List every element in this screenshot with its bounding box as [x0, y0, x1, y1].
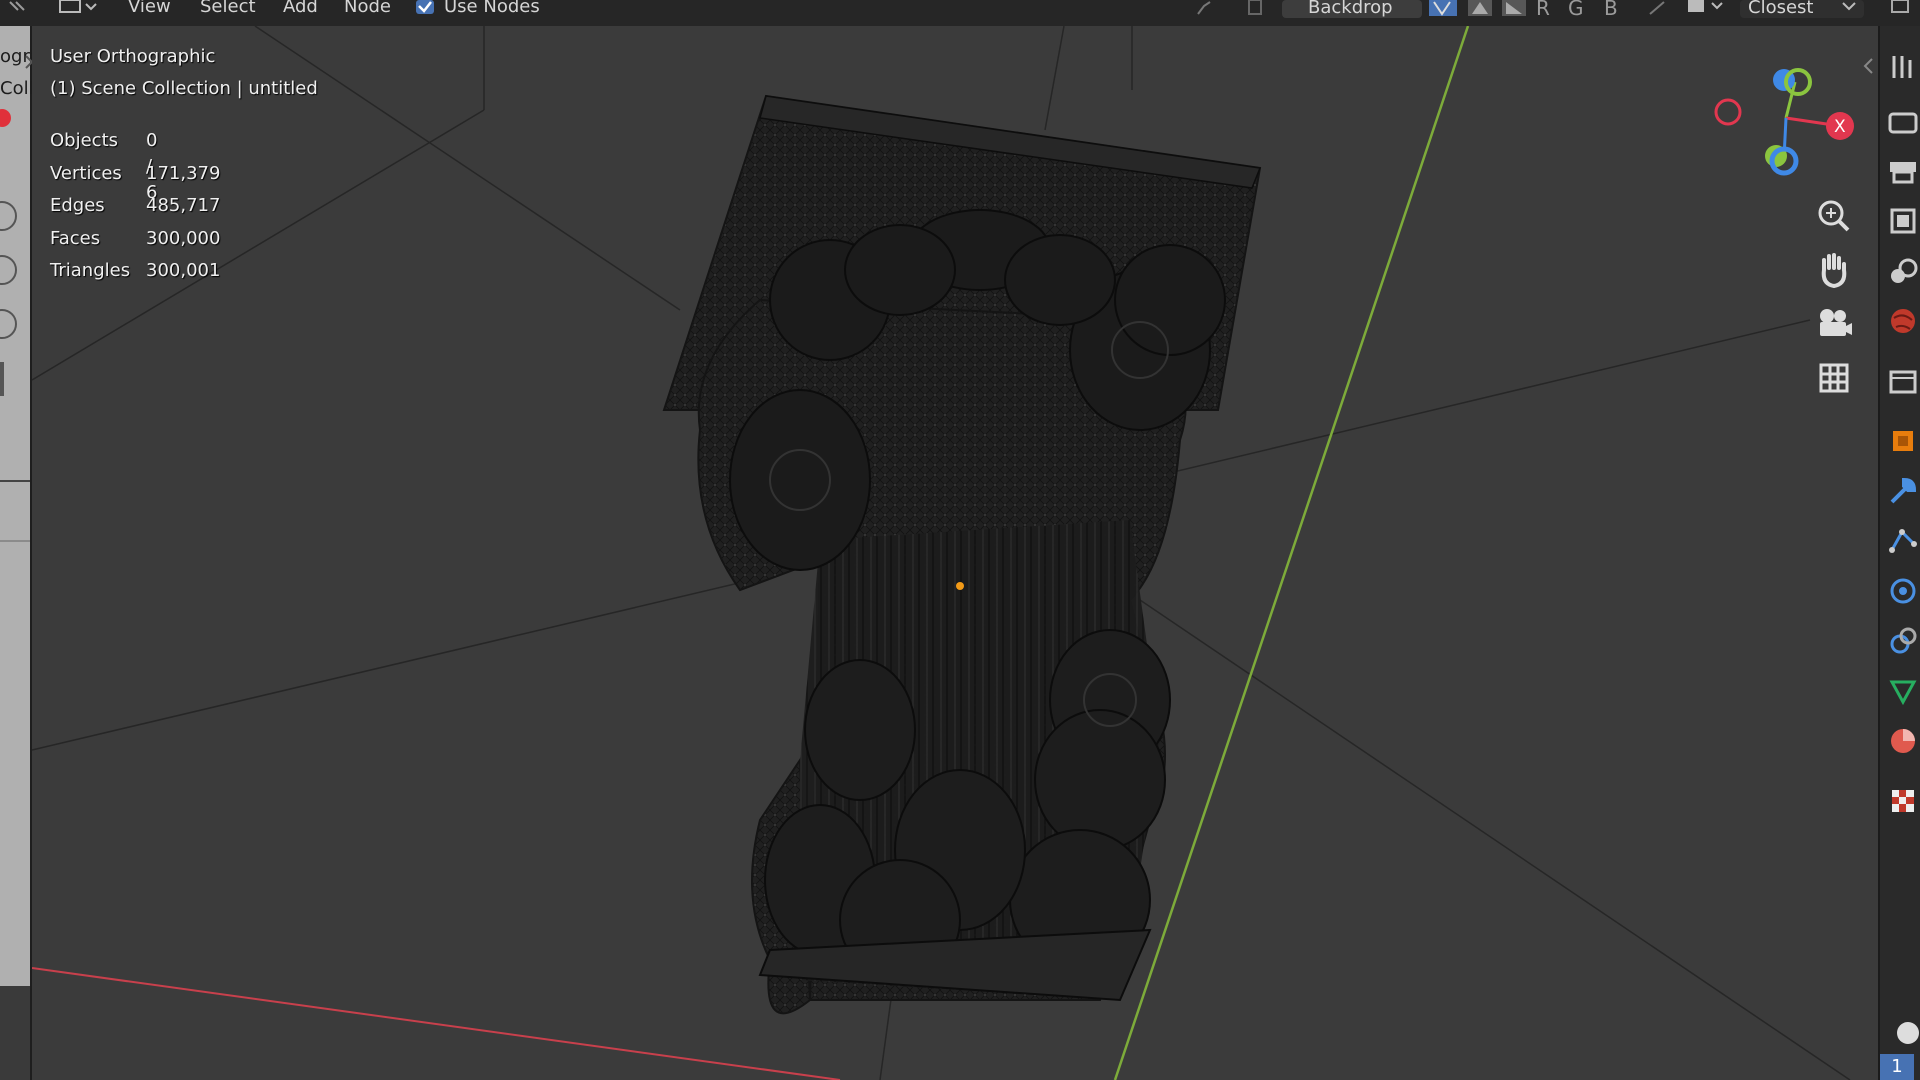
backdrop-button[interactable]: Backdrop [1282, 0, 1422, 18]
render-icon[interactable] [1884, 102, 1920, 140]
view-layer-icon[interactable] [1884, 202, 1920, 240]
view-mode-dropdown[interactable] [56, 0, 102, 18]
stat-label: Objects [50, 130, 119, 151]
texture-icon[interactable] [1884, 782, 1920, 820]
modifier-icon[interactable] [1884, 472, 1920, 510]
constraints-icon[interactable] [1884, 622, 1920, 660]
physics-icon[interactable] [1884, 572, 1920, 610]
gizmo-neg-x [1714, 98, 1742, 126]
scene-icon[interactable] [1884, 252, 1920, 290]
use-nodes-checkbox[interactable] [414, 0, 438, 18]
stat-value: 300,001 [146, 260, 221, 281]
world-icon[interactable] [1884, 302, 1920, 340]
left-panel-footer [0, 986, 32, 1080]
pin-icon[interactable] [1192, 0, 1216, 18]
zoom-icon[interactable] [1814, 196, 1854, 236]
hand-pan-icon[interactable] [1814, 250, 1854, 290]
scene-toggle-icon[interactable] [1884, 1014, 1920, 1052]
stat-value: 485,717 [146, 195, 221, 216]
stat-value: 300,000 [146, 227, 221, 249]
channel-g[interactable]: G [1568, 0, 1584, 20]
use-nodes-label: Use Nodes [444, 0, 540, 17]
stat-label: Vertices [50, 162, 122, 184]
frame-badge[interactable]: 1 [1880, 1054, 1914, 1080]
capital-mesh[interactable] [662, 94, 1262, 1015]
stat-value: 171,379 [146, 162, 221, 184]
object-icon[interactable] [1884, 422, 1920, 460]
left-panel-controls[interactable] [0, 26, 30, 986]
interpolation-label: Closest [1748, 0, 1814, 18]
stat-label: Edges [50, 195, 105, 216]
gizmo-x-label: X [1834, 117, 1846, 137]
channel-alpha-icon[interactable] [1466, 0, 1496, 18]
menu-select[interactable]: Select [200, 0, 256, 20]
collection-info: (1) Scene Collection | untitled [50, 78, 318, 99]
image-dropdown[interactable] [1686, 0, 1730, 18]
particles-icon[interactable] [1884, 522, 1920, 560]
sample-tool-icon[interactable] [1646, 0, 1670, 18]
menu-node[interactable]: Node [344, 0, 391, 20]
sidebar-toggle-icon[interactable] [1862, 56, 1876, 76]
view-name: User Orthographic [50, 46, 216, 67]
editor-header: View Select Add Node Use Nodes Backdrop … [0, 0, 1920, 27]
navigation-gizmo[interactable]: X [1710, 58, 1870, 188]
channel-display-icon[interactable] [1500, 0, 1530, 18]
scene-canvas[interactable] [32, 26, 1878, 1080]
x-axis-line [32, 967, 841, 1080]
grid-icon[interactable] [1814, 358, 1854, 398]
stat-label: Faces [50, 227, 101, 249]
channel-rgb-icon[interactable] [1428, 0, 1458, 18]
interpolation-dropdown[interactable]: Closest [1740, 0, 1864, 18]
3d-viewport[interactable] [32, 26, 1878, 1080]
material-icon[interactable] [1884, 722, 1920, 760]
header-extra-icon[interactable] [1888, 0, 1912, 18]
tool-icon[interactable] [1884, 48, 1920, 86]
collection-icon[interactable] [1884, 362, 1920, 400]
stat-label: Triangles [50, 260, 131, 281]
channel-b[interactable]: B [1604, 0, 1618, 20]
backdrop-label: Backdrop [1308, 0, 1393, 18]
channel-r[interactable]: R [1536, 0, 1550, 20]
camera-icon[interactable] [1814, 304, 1854, 344]
object-origin[interactable] [956, 582, 964, 590]
backdrop-toggle-icon[interactable] [1244, 0, 1268, 18]
menu-add[interactable]: Add [283, 0, 318, 20]
left-tool-panel: ogra Coll [0, 26, 41, 986]
output-icon[interactable] [1884, 152, 1920, 190]
properties-tab-strip [1878, 26, 1920, 1080]
viewport-text-info: User Orthographic (1) Scene Collection |… [50, 44, 318, 108]
editor-type-icon[interactable] [6, 0, 30, 18]
menu-view[interactable]: View [128, 0, 171, 20]
data-icon[interactable] [1884, 672, 1920, 710]
